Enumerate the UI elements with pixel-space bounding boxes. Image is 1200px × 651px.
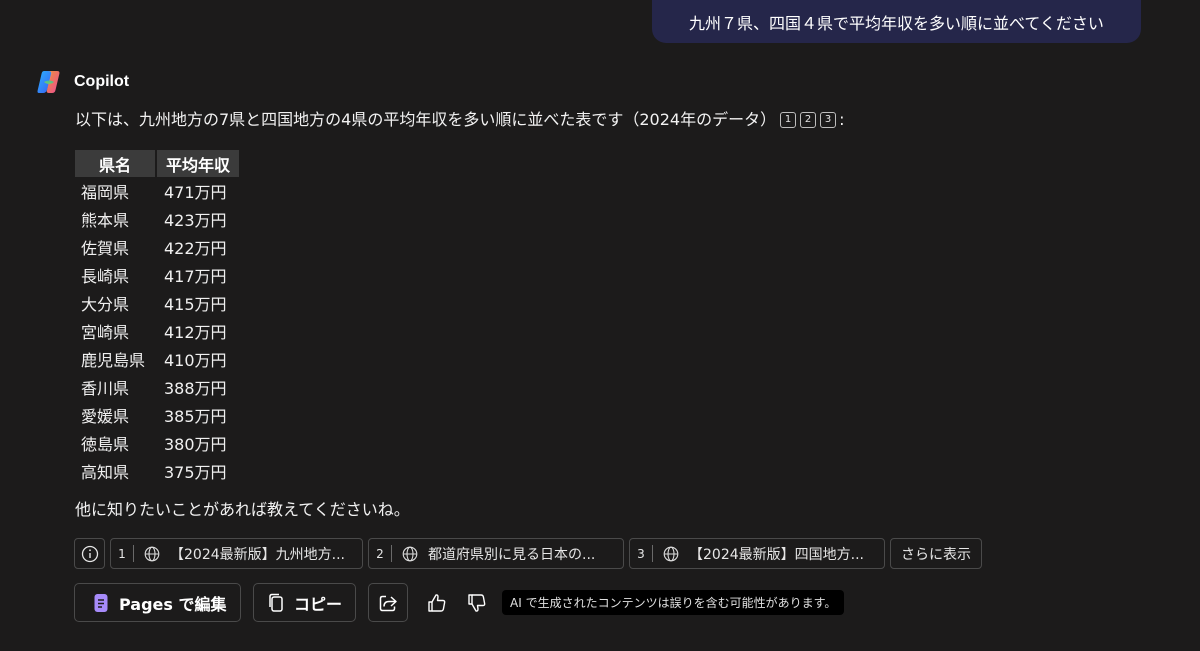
- table-row: 宮崎県 412万円: [75, 317, 239, 345]
- info-icon: [81, 545, 98, 562]
- table-row: 佐賀県 422万円: [75, 233, 239, 261]
- intro-sentence: 以下は、九州地方の7県と四国地方の4県の平均年収を多い順に並べた表です（2024…: [75, 110, 777, 129]
- income-cell: 415万円: [164, 295, 227, 314]
- ai-disclaimer: AI で生成されたコンテンツは誤りを含む可能性があります。: [502, 590, 845, 615]
- column-header-income: 平均年収: [156, 150, 239, 177]
- prefecture-cell: 熊本県: [81, 211, 130, 230]
- citation-3[interactable]: 3: [820, 112, 837, 128]
- prefecture-cell: 長崎県: [81, 267, 130, 286]
- source-chip-1[interactable]: 1 【2024最新版】九州地方...: [110, 538, 363, 569]
- thumbs-up-icon: [428, 593, 446, 612]
- sources-info-button[interactable]: [74, 538, 105, 569]
- thumbs-up-button[interactable]: [422, 588, 452, 618]
- thumbs-down-button[interactable]: [462, 588, 492, 618]
- income-table: 県名 平均年収 福岡県 471万円 熊本県 423万円 佐賀県 422万円 長崎県 41…: [75, 150, 239, 485]
- edit-in-pages-label: Pages で編集: [119, 594, 227, 614]
- table-row: 大分県 415万円: [75, 289, 239, 317]
- income-cell: 388万円: [164, 379, 227, 398]
- source-title: 【2024最新版】四国地方...: [689, 546, 864, 563]
- user-message: 九州７県、四国４県で平均年収を多い順に並べてください: [652, 0, 1141, 43]
- sources-bar: 1 【2024最新版】九州地方... 2 都道府県別に見る日本の... 3 【2…: [74, 538, 982, 569]
- income-cell: 423万円: [164, 211, 227, 230]
- table-row: 鹿児島県 410万円: [75, 345, 239, 373]
- income-cell: 412万円: [164, 323, 227, 342]
- prefecture-cell: 香川県: [81, 379, 130, 398]
- copilot-logo-icon: [37, 71, 60, 93]
- source-divider: [133, 545, 134, 562]
- source-number: 1: [118, 546, 126, 561]
- pages-icon: [94, 593, 108, 612]
- source-divider: [391, 545, 392, 562]
- prefecture-cell: 宮崎県: [81, 323, 130, 342]
- share-button[interactable]: [368, 583, 408, 622]
- source-number: 3: [637, 546, 645, 561]
- message-actions: Pages で編集 コピー AI で生成されたコンテンツは誤りを含む可能性があり…: [74, 583, 845, 622]
- income-cell: 410万円: [164, 351, 227, 370]
- source-title: 都道府県別に見る日本の...: [428, 546, 596, 563]
- assistant-name: Copilot: [74, 73, 130, 90]
- globe-icon: [402, 546, 418, 562]
- income-cell: 375万円: [164, 463, 227, 482]
- table-row: 徳島県 380万円: [75, 429, 239, 457]
- source-divider: [652, 545, 653, 562]
- prefecture-cell: 徳島県: [81, 435, 130, 454]
- column-header-prefecture: 県名: [75, 150, 157, 177]
- prefecture-cell: 鹿児島県: [81, 351, 146, 370]
- table-row: 福岡県 471万円: [75, 177, 239, 205]
- income-cell: 471万円: [164, 183, 227, 202]
- source-number: 2: [376, 546, 384, 561]
- chat-page: 九州７県、四国４県で平均年収を多い順に並べてください Copilot 以下は、九…: [0, 0, 1200, 651]
- globe-icon: [144, 546, 160, 562]
- outro-text: 他に知りたいことがあれば教えてくださいね。: [75, 500, 410, 519]
- share-icon: [379, 595, 397, 611]
- copy-label: コピー: [294, 594, 343, 614]
- income-cell: 422万円: [164, 239, 227, 258]
- prefecture-cell: 愛媛県: [81, 407, 130, 426]
- table-row: 熊本県 423万円: [75, 205, 239, 233]
- prefecture-cell: 福岡県: [81, 183, 130, 202]
- table-row: 高知県 375万円: [75, 457, 239, 485]
- intro-colon: :: [839, 110, 845, 129]
- source-chip-3[interactable]: 3 【2024最新版】四国地方...: [629, 538, 885, 569]
- table-row: 香川県 388万円: [75, 373, 239, 401]
- prefecture-cell: 大分県: [81, 295, 130, 314]
- prefecture-cell: 高知県: [81, 463, 130, 482]
- copy-button[interactable]: コピー: [253, 583, 356, 622]
- globe-icon: [663, 546, 679, 562]
- intro-text: 以下は、九州地方の7県と四国地方の4県の平均年収を多い順に並べた表です（2024…: [75, 108, 844, 132]
- assistant-header: Copilot: [35, 68, 129, 96]
- table-row: 長崎県 417万円: [75, 261, 239, 289]
- source-chip-2[interactable]: 2 都道府県別に見る日本の...: [368, 538, 624, 569]
- edit-in-pages-button[interactable]: Pages で編集: [74, 583, 241, 622]
- citation-1[interactable]: 1: [780, 112, 797, 128]
- thumbs-down-icon: [468, 593, 486, 612]
- income-cell: 380万円: [164, 435, 227, 454]
- income-cell: 417万円: [164, 267, 227, 286]
- citation-2[interactable]: 2: [800, 112, 817, 128]
- prefecture-cell: 佐賀県: [81, 239, 130, 258]
- table-row: 愛媛県 385万円: [75, 401, 239, 429]
- copy-icon: [269, 593, 283, 612]
- income-cell: 385万円: [164, 407, 227, 426]
- show-more-sources-button[interactable]: さらに表示: [890, 538, 982, 569]
- source-title: 【2024最新版】九州地方...: [170, 546, 345, 563]
- table-header-row: 県名 平均年収: [75, 150, 239, 177]
